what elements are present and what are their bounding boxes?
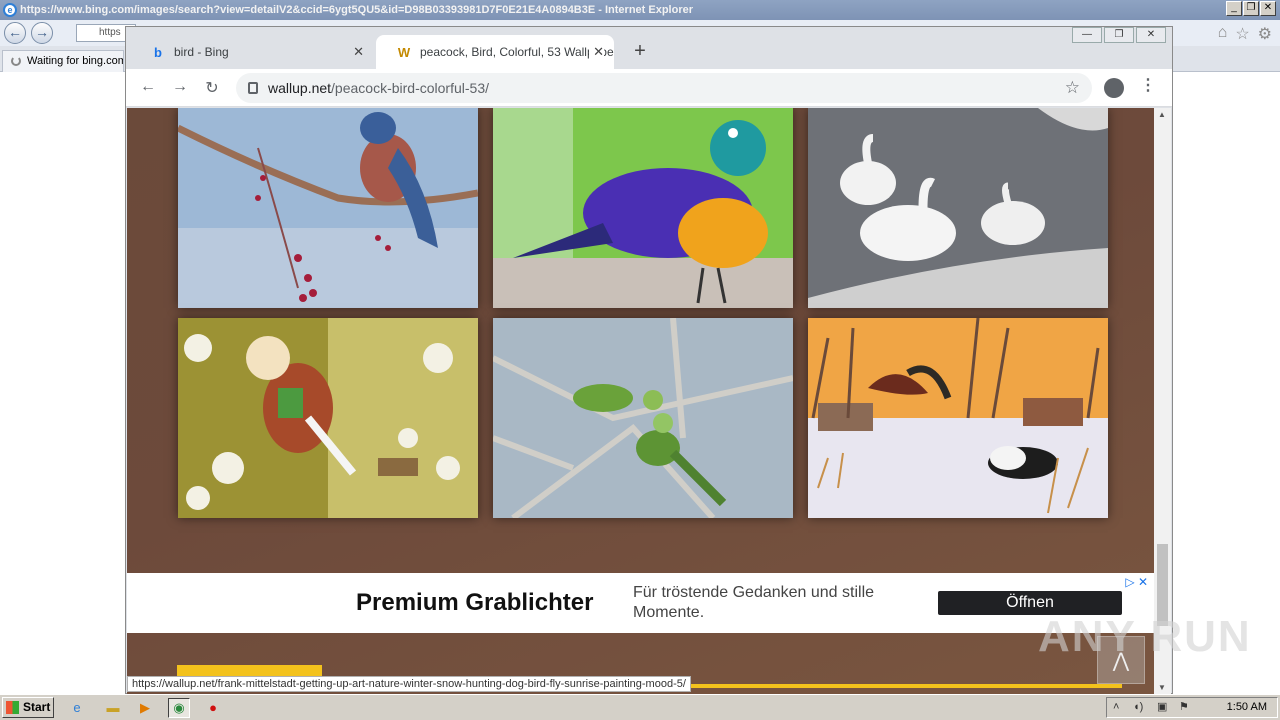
gallery-image-pheasants[interactable]	[808, 318, 1108, 518]
tab-bing[interactable]: b bird - Bing ✕	[130, 35, 374, 69]
volume-icon[interactable]: ◖)	[1133, 698, 1143, 717]
tab-label: bird - Bing	[174, 45, 229, 59]
home-icon[interactable]: ⌂	[1218, 24, 1228, 44]
ie-taskbar-icon[interactable]: e	[66, 698, 88, 718]
gallery-image-parakeets[interactable]	[493, 318, 793, 518]
ie-window-title: https://www.bing.com/images/search?view=…	[0, 0, 1280, 20]
tab-label: peacock, Bird, Colorful, 53 Wallpapers	[420, 45, 614, 59]
close-tab-icon[interactable]: ✕	[589, 35, 604, 69]
url-path: /peacock-bird-colorful-53/	[331, 80, 490, 96]
ie-tab-label: Waiting for bing.com	[27, 55, 124, 67]
status-bar-url: https://wallup.net/frank-mittelstadt-get…	[127, 676, 691, 692]
tray-expand-icon[interactable]: ˄	[1113, 698, 1119, 717]
ie-logo-icon: e	[3, 3, 17, 17]
wallup-icon: W	[397, 45, 411, 60]
windows-logo-icon	[6, 701, 19, 714]
start-label: Start	[23, 700, 51, 714]
web-page: Premium Grablichter Für tröstende Gedank…	[127, 108, 1154, 694]
lock-icon	[248, 82, 258, 94]
close-button[interactable]: ✕	[1260, 1, 1276, 16]
new-tab-button[interactable]: +	[626, 35, 654, 69]
back-arrow-icon[interactable]: ←	[138, 78, 158, 96]
system-tray: ˄ ◖) ▣ ⚑ 1:50 AM	[1106, 697, 1278, 718]
gallery-image-swans[interactable]	[808, 108, 1108, 308]
omnibox[interactable]: wallup.net/peacock-bird-colorful-53/ ☆	[236, 73, 1092, 103]
page-scrollbar[interactable]: ▲ ▼	[1154, 108, 1171, 694]
favorites-star-icon[interactable]: ☆	[1235, 24, 1249, 44]
media-player-taskbar-icon[interactable]: ▶	[134, 698, 156, 718]
gallery-image-bluebird[interactable]	[178, 108, 478, 308]
forward-arrow-icon[interactable]: →	[170, 78, 190, 96]
windows-taskbar: Start e ▬ ▶ ◉ ● ˄ ◖) ▣ ⚑ 1:50 AM	[0, 694, 1280, 720]
minimize-button[interactable]: —	[1072, 27, 1102, 43]
flag-icon[interactable]: ⚑	[1179, 698, 1189, 717]
restore-button[interactable]: ❐	[1243, 1, 1259, 16]
bookmark-star-icon[interactable]: ☆	[1065, 73, 1080, 103]
menu-kebab-icon[interactable]: ⋮	[1140, 75, 1156, 95]
start-button[interactable]: Start	[2, 697, 54, 718]
ie-tab[interactable]: Waiting for bing.com	[2, 50, 124, 72]
chrome-taskbar-icon[interactable]: ◉	[168, 698, 190, 718]
close-tab-icon[interactable]: ✕	[353, 35, 364, 69]
bing-icon: b	[154, 45, 162, 60]
ad-choices-icon[interactable]: ▷ ✕	[1125, 575, 1148, 589]
alert-taskbar-icon[interactable]: ●	[202, 698, 224, 718]
folder-taskbar-icon[interactable]: ▬	[102, 698, 124, 718]
url-domain: wallup.net	[268, 80, 332, 96]
chrome-toolbar: ← → ↻ wallup.net/peacock-bird-colorful-5…	[126, 69, 1172, 107]
ie-window-controls: _ ❐ ✕	[1226, 1, 1276, 16]
gallery-image-starling[interactable]	[493, 108, 793, 308]
network-icon[interactable]: ▣	[1157, 698, 1167, 717]
close-button[interactable]: ✕	[1136, 27, 1166, 43]
chrome-tab-strip: b bird - Bing ✕ W peacock, Bird, Colorfu…	[126, 27, 1172, 69]
ie-toolbar-icons: ⌂ ☆ ⚙	[1218, 24, 1272, 44]
reload-icon[interactable]: ↻	[202, 78, 222, 98]
advertisement-banner[interactable]: Premium Grablichter Für tröstende Gedank…	[127, 573, 1154, 633]
ie-forward-button[interactable]: →	[31, 22, 53, 44]
restore-button[interactable]: ❐	[1104, 27, 1134, 43]
clock: 1:50 AM	[1226, 701, 1267, 713]
ad-headline: Premium Grablichter	[356, 589, 594, 616]
watermark-logo: ANY RUN	[1038, 612, 1252, 661]
ie-title-bar: e https://www.bing.com/images/search?vie…	[0, 0, 1280, 20]
chrome-window: b bird - Bing ✕ W peacock, Bird, Colorfu…	[125, 26, 1173, 694]
ad-subtext: Für tröstende Gedanken und stille Moment…	[633, 584, 875, 621]
profile-avatar-icon[interactable]	[1104, 78, 1124, 98]
scroll-down-arrow-icon[interactable]: ▼	[1158, 683, 1166, 692]
gear-icon[interactable]: ⚙	[1258, 24, 1272, 44]
chrome-window-controls: — ❐ ✕	[1072, 27, 1166, 43]
scroll-up-arrow-icon[interactable]: ▲	[1158, 110, 1166, 119]
ie-back-button[interactable]: ←	[4, 22, 26, 44]
loading-spinner-icon	[11, 56, 21, 66]
gallery-image-anime[interactable]	[178, 318, 478, 518]
minimize-button[interactable]: _	[1226, 1, 1242, 16]
tab-wallup[interactable]: W peacock, Bird, Colorful, 53 Wallpapers…	[376, 35, 614, 69]
